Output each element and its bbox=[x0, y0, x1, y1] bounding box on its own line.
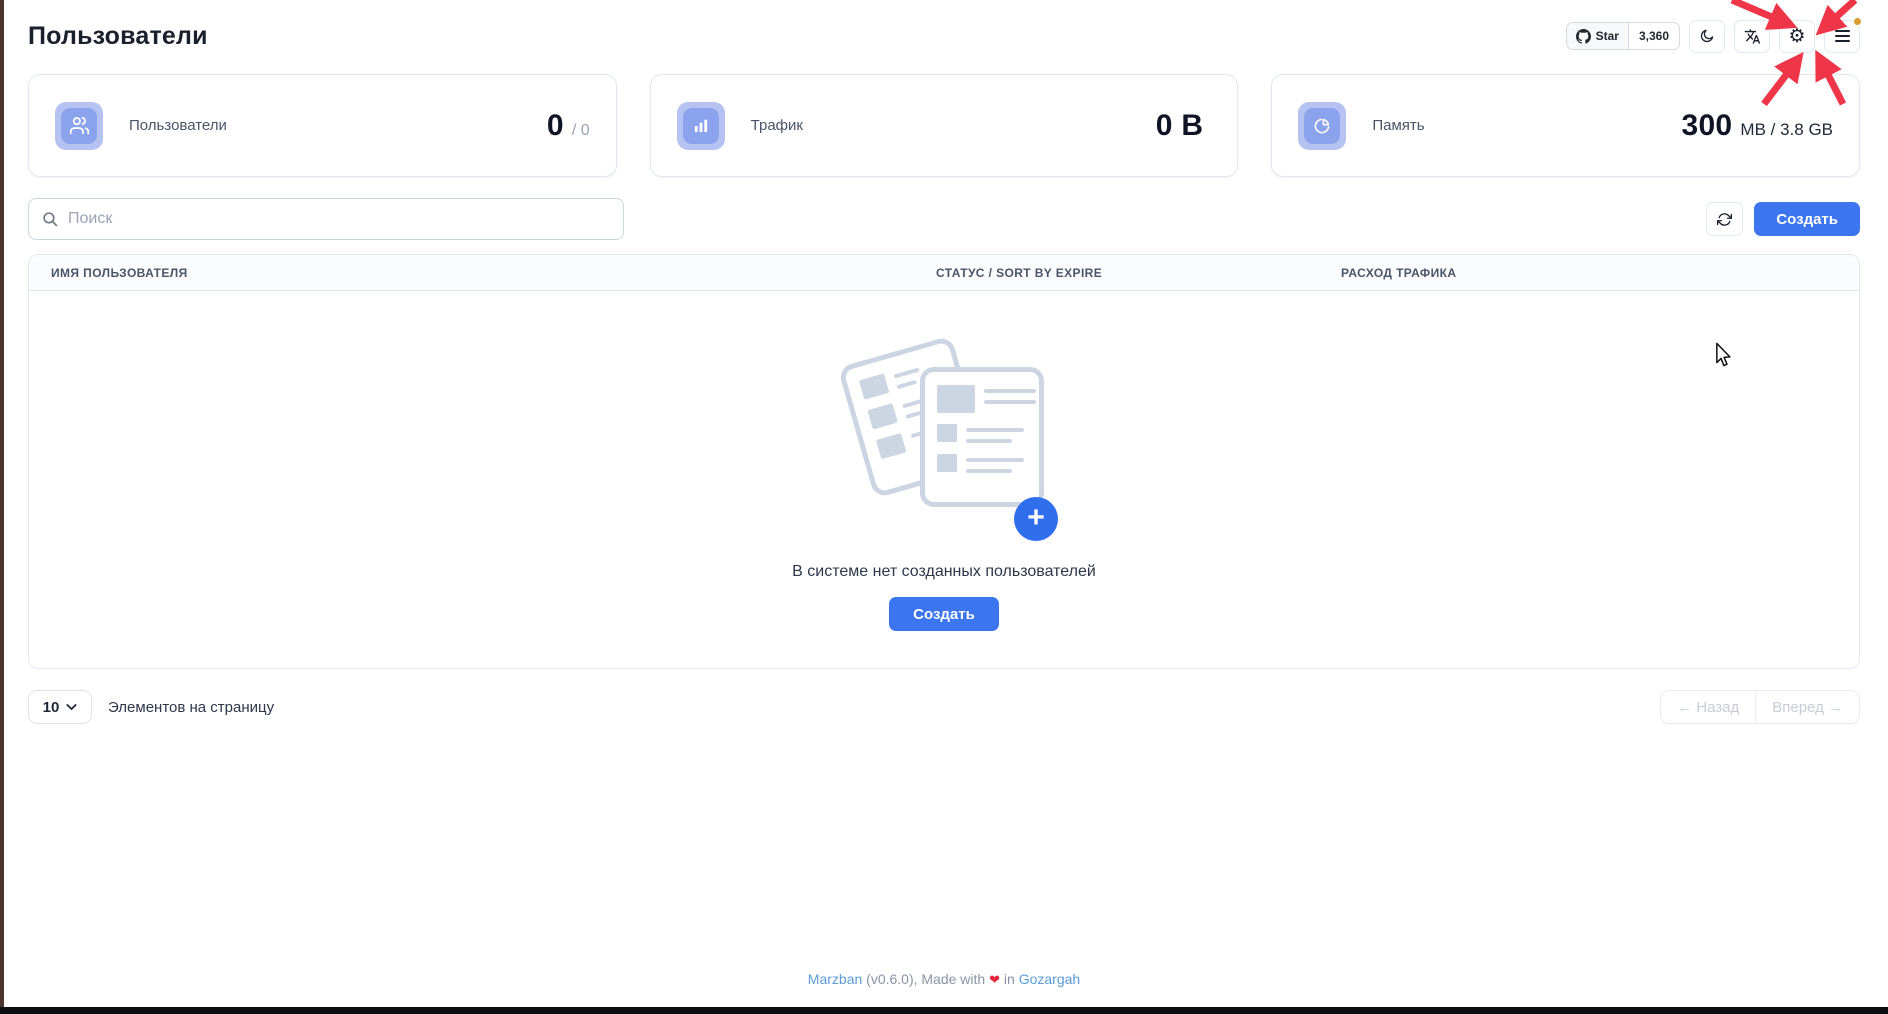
stat-label: Трафик bbox=[751, 117, 803, 134]
window-left-edge bbox=[0, 0, 4, 1014]
search-box[interactable] bbox=[28, 198, 624, 240]
pagination-nav: ← Назад Вперед → bbox=[1660, 690, 1860, 724]
language-button[interactable] bbox=[1734, 20, 1770, 53]
stat-card-memory: Память 300 MB / 3.8 GB bbox=[1271, 74, 1860, 177]
gear-icon: ⚙ bbox=[1788, 27, 1805, 46]
github-star-label: Star bbox=[1596, 29, 1619, 43]
stats-row: Пользователи 0 / 0 Трафик 0 B bbox=[28, 74, 1860, 177]
table-empty-state: + В системе нет созданных пользователей … bbox=[29, 291, 1859, 669]
gozargah-link[interactable]: Gozargah bbox=[1019, 971, 1080, 987]
dark-mode-button[interactable] bbox=[1689, 20, 1725, 53]
github-star-widget[interactable]: Star 3,360 bbox=[1566, 22, 1680, 50]
search-input[interactable] bbox=[68, 210, 610, 228]
prev-page-button[interactable]: ← Назад bbox=[1661, 691, 1756, 723]
users-table: ИМЯ ПОЛЬЗОВАТЕЛЯ СТАТУС / SORT BY EXPIRE… bbox=[28, 254, 1860, 669]
refresh-icon bbox=[1717, 212, 1732, 227]
marzban-link[interactable]: Marzban bbox=[808, 971, 862, 987]
page-size-select[interactable]: 10 bbox=[28, 690, 92, 724]
footer: Marzban (v0.6.0), Made with ❤ in Gozarga… bbox=[0, 971, 1888, 988]
empty-documents-illustration: + bbox=[834, 341, 1054, 539]
toolbar: Создать bbox=[28, 198, 1860, 240]
stat-card-traffic: Трафик 0 B bbox=[650, 74, 1239, 177]
stat-value: 0 B bbox=[1156, 109, 1212, 143]
table-header-row: ИМЯ ПОЛЬЗОВАТЕЛЯ СТАТУС / SORT BY EXPIRE… bbox=[29, 255, 1859, 291]
next-page-button[interactable]: Вперед → bbox=[1756, 691, 1859, 723]
stat-value: 300 MB / 3.8 GB bbox=[1681, 109, 1833, 143]
notification-dot bbox=[1853, 17, 1862, 26]
search-icon bbox=[42, 211, 58, 227]
memory-pie-icon bbox=[1312, 116, 1332, 136]
users-icon bbox=[69, 115, 90, 136]
per-page-label: Элементов на страницу bbox=[108, 699, 274, 716]
page-title: Пользователи bbox=[28, 22, 208, 51]
hamburger-icon bbox=[1835, 30, 1850, 42]
moon-icon bbox=[1699, 28, 1715, 44]
bar-chart-icon bbox=[691, 116, 711, 136]
column-status-sort-expire[interactable]: СТАТУС / SORT BY EXPIRE bbox=[914, 266, 1319, 280]
github-icon bbox=[1576, 29, 1591, 44]
header: Пользователи Star 3,360 ⚙ bbox=[28, 14, 1860, 58]
empty-message: В системе нет созданных пользователей bbox=[792, 563, 1096, 581]
add-plus-icon[interactable]: + bbox=[1014, 497, 1058, 541]
stat-card-users: Пользователи 0 / 0 bbox=[28, 74, 617, 177]
stat-label: Пользователи bbox=[129, 117, 227, 134]
document-front bbox=[920, 367, 1044, 507]
stat-label: Память bbox=[1372, 117, 1424, 134]
footer-version: (v0.6.0), Made with bbox=[866, 971, 985, 987]
github-star-count[interactable]: 3,360 bbox=[1629, 23, 1679, 49]
menu-button[interactable] bbox=[1824, 20, 1860, 53]
stat-value: 0 / 0 bbox=[547, 109, 590, 143]
empty-create-button[interactable]: Создать bbox=[889, 597, 999, 631]
marzban-users-page: Пользователи Star 3,360 ⚙ bbox=[0, 0, 1888, 1014]
window-bottom-edge bbox=[0, 1007, 1888, 1014]
header-controls: Star 3,360 ⚙ bbox=[1566, 20, 1860, 53]
heart-icon: ❤ bbox=[989, 972, 1000, 987]
column-username[interactable]: ИМЯ ПОЛЬЗОВАТЕЛЯ bbox=[29, 266, 914, 280]
settings-button[interactable]: ⚙ bbox=[1779, 20, 1815, 53]
translate-icon bbox=[1744, 28, 1761, 45]
pagination: 10 Элементов на страницу ← Назад Вперед … bbox=[28, 690, 1860, 724]
github-star-button[interactable]: Star bbox=[1567, 23, 1629, 49]
refresh-button[interactable] bbox=[1706, 202, 1743, 236]
chevron-down-icon bbox=[66, 703, 77, 711]
footer-in: in bbox=[1004, 971, 1015, 987]
create-button[interactable]: Создать bbox=[1754, 202, 1860, 236]
column-traffic-usage[interactable]: РАСХОД ТРАФИКА bbox=[1319, 266, 1859, 280]
